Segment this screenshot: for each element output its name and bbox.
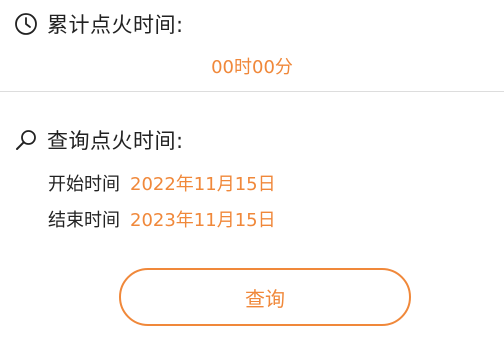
search-icon — [13, 127, 39, 153]
total-ignition-header: 累计点火时间: — [13, 9, 184, 39]
query-ignition-header: 查询点火时间: — [13, 125, 184, 155]
start-date-row[interactable]: 开始时间 2022年11月15日 — [48, 170, 276, 196]
total-ignition-value: 00时00分 — [211, 57, 293, 78]
query-button[interactable]: 查询 — [119, 268, 411, 326]
section-divider — [0, 91, 504, 92]
end-date-row[interactable]: 结束时间 2023年11月15日 — [48, 206, 276, 232]
ignition-time-page: 累计点火时间: 00时00分 查询点火时间: 开始时间 2022年11月15日 … — [0, 0, 504, 340]
end-date-value[interactable]: 2023年11月15日 — [130, 206, 276, 232]
end-date-label: 结束时间 — [48, 210, 120, 231]
start-date-label: 开始时间 — [48, 174, 120, 195]
query-ignition-title: 查询点火时间: — [47, 129, 184, 153]
start-date-value[interactable]: 2022年11月15日 — [130, 170, 276, 196]
total-ignition-title: 累计点火时间: — [47, 13, 184, 37]
clock-icon — [13, 11, 39, 37]
